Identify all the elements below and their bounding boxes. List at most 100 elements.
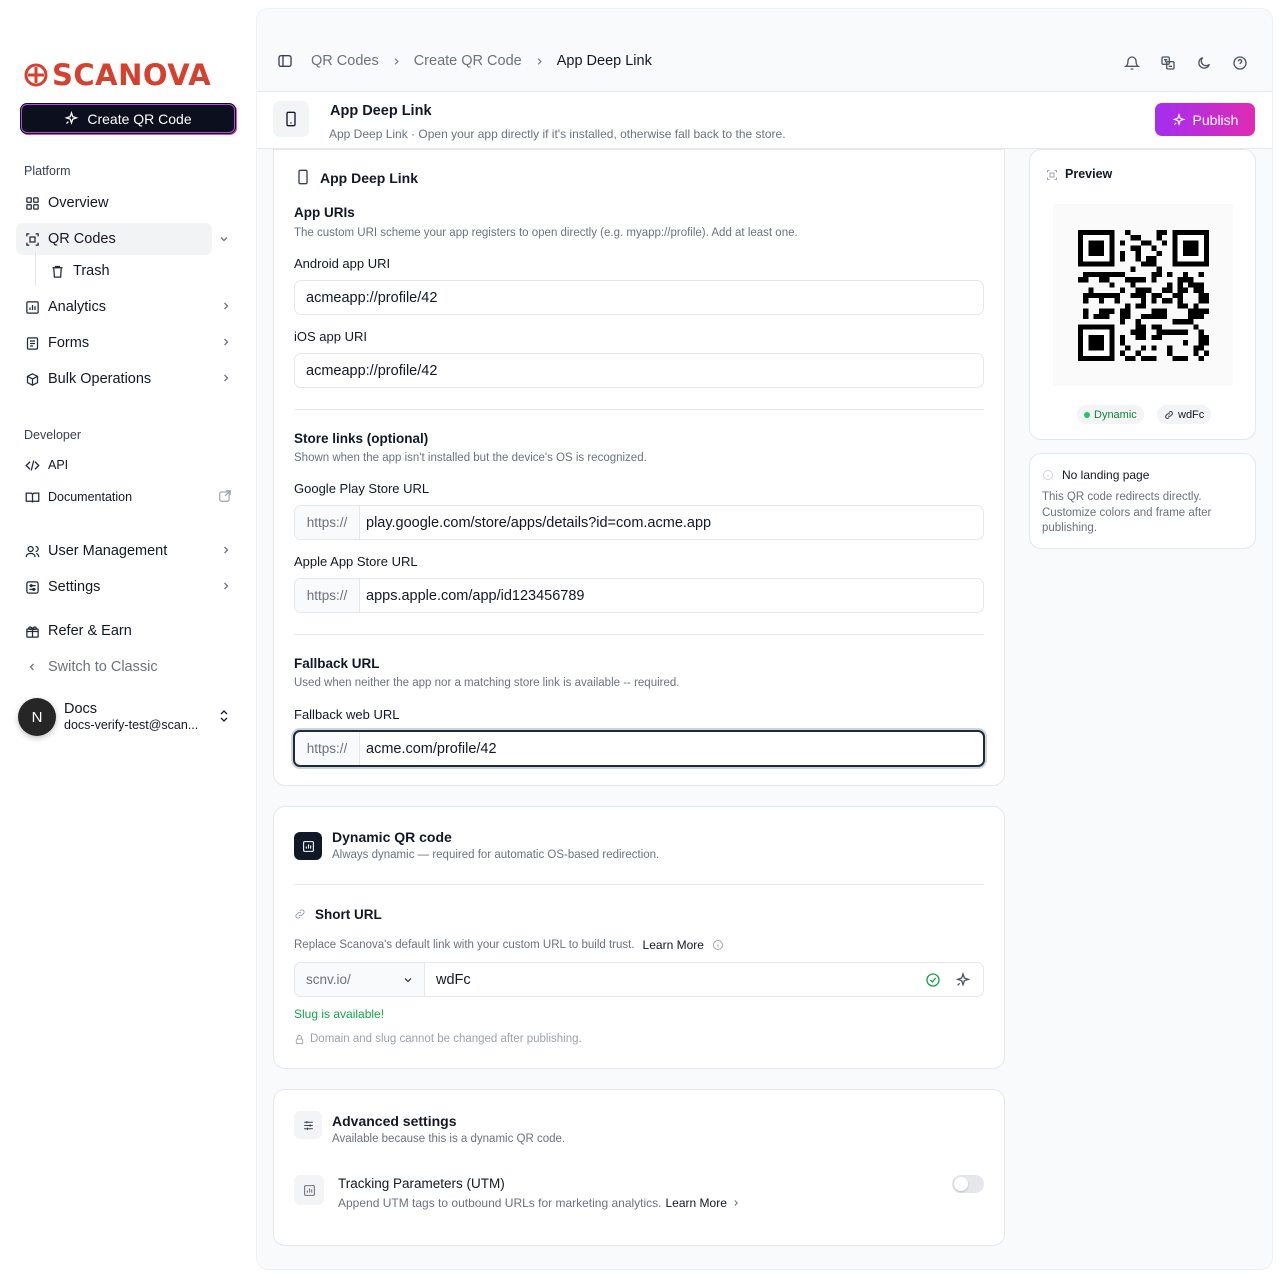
check-circle-icon [925,972,941,988]
info-icon[interactable] [712,939,724,951]
info-icon [1042,469,1054,481]
dynamic-badge-label: Dynamic [1094,408,1137,421]
sidebar-item-bulk-operations[interactable]: Bulk Operations [16,363,240,395]
sidebar-item-label: User Management [48,543,168,559]
android-uri-input[interactable]: acmeapp://profile/42 [294,280,984,315]
url-prefix: https:// [295,732,360,765]
users-icon [24,543,40,559]
chevron-right-icon [220,544,232,556]
sidebar-item-qr-codes[interactable]: QR Codes [16,223,212,255]
fallback-label: Fallback web URL [294,707,400,722]
short-url-desc: Replace Scanova's default link with your… [294,939,635,951]
app-uris-title: App URIs [294,205,355,220]
sidebar-item-label: Overview [48,195,109,211]
chevron-right-icon [391,56,402,67]
slug-input[interactable]: wdFc [424,962,984,997]
sidebar-item-label: Trash [73,263,110,279]
sidebar-item-switch-classic[interactable]: Switch to Classic [16,651,240,683]
chevron-right-icon [731,1198,741,1208]
divider [294,884,984,885]
chevron-left-icon [24,659,40,675]
short-url-title: Short URL [315,907,382,922]
ios-uri-label: iOS app URI [294,329,367,344]
breadcrumb-qr-codes[interactable]: QR Codes [311,53,379,69]
sidebar-item-settings[interactable]: Settings [16,571,240,603]
sidebar-item-forms[interactable]: Forms [16,327,240,359]
google-play-input[interactable]: https:// play.google.com/store/apps/deta… [294,505,984,540]
sidebar-item-documentation[interactable]: Documentation [16,481,240,513]
sparkle-icon [64,111,79,125]
learn-more-link[interactable]: Learn More [643,938,704,952]
utm-desc-row: Append UTM tags to outbound URLs for mar… [338,1196,741,1210]
sidebar-item-overview[interactable]: Overview [16,187,240,219]
help-icon[interactable] [1232,55,1248,71]
language-icon[interactable] [1160,55,1176,71]
store-links-desc: Shown when the app isn't installed but t… [294,452,647,464]
sidebar-item-refer-earn[interactable]: Refer & Earn [16,615,240,647]
app-deep-link-card: App Deep Link App URIs The custom URI sc… [273,149,1005,786]
main-panel: QR Codes Create QR Code App Deep Link Ap… [256,8,1273,1270]
sidebar-item-trash[interactable]: Trash [41,255,231,287]
sidebar: SCANOVA Create QR Code Platform Overview… [0,0,256,1277]
scanova-logo[interactable]: SCANOVA [24,58,211,92]
sidebar-item-label: Forms [48,335,90,351]
chevron-down-icon[interactable] [218,233,230,245]
store-links-title: Store links (optional) [294,431,429,446]
brand-name: SCANOVA [52,58,212,92]
qr-scan-icon [24,231,40,247]
utm-learn-more-link[interactable]: Learn More [666,1196,727,1210]
sidebar-toggle-icon[interactable] [277,53,293,69]
fallback-title: Fallback URL [294,656,380,671]
sidebar-item-user-management[interactable]: User Management [16,535,240,567]
chevron-right-icon [220,336,232,348]
bar-chart-icon [24,299,40,315]
sidebar-item-analytics[interactable]: Analytics [16,291,240,323]
lock-note-row: Domain and slug cannot be changed after … [294,1033,582,1045]
code-icon [24,457,40,473]
dynamic-qr-card: Dynamic QR code Always dynamic — require… [273,806,1005,1069]
google-play-value: play.google.com/store/apps/details?id=co… [366,514,712,531]
advanced-title: Advanced settings [332,1113,457,1129]
breadcrumb-create-qr-code[interactable]: Create QR Code [414,53,522,69]
landing-note-card: No landing page This QR code redirects d… [1029,453,1256,549]
chevron-right-icon [220,580,232,592]
fallback-url-input[interactable]: https:// acme.com/profile/42 [293,730,985,767]
url-prefix: https:// [295,579,360,612]
bell-icon[interactable] [1124,55,1140,71]
advanced-desc: Available because this is a dynamic QR c… [332,1133,566,1145]
dynamic-title: Dynamic QR code [332,829,452,845]
chevron-right-icon [220,300,232,312]
fallback-url-value: acme.com/profile/42 [366,740,497,757]
toggle-knob [954,1177,968,1191]
url-prefix: https:// [295,506,360,539]
utm-toggle[interactable] [952,1175,984,1193]
short-url-desc-row: Replace Scanova's default link with your… [294,938,724,952]
boxes-icon [24,371,40,387]
status-dot [1084,411,1090,418]
apple-store-input[interactable]: https:// apps.apple.com/app/id123456789 [294,578,984,613]
ios-uri-input[interactable]: acmeapp://profile/42 [294,353,984,388]
google-play-label: Google Play Store URL [294,481,430,496]
sidebar-item-label: Bulk Operations [48,371,152,387]
user-menu[interactable]: N Docs docs-verify-test@scan... [18,697,240,737]
preview-title: Preview [1065,167,1113,181]
sidebar-item-api[interactable]: API [16,449,240,481]
sidebar-item-label: API [48,458,69,472]
platform-section-label: Platform [24,164,71,178]
qr-scan-icon [1046,169,1058,181]
breadcrumb-current: App Deep Link [556,53,652,69]
domain-select[interactable]: scnv.io/ [294,962,425,997]
apple-store-label: Apple App Store URL [294,554,418,569]
publish-button[interactable]: Publish [1155,103,1255,136]
create-qr-code-label: Create QR Code [87,110,192,127]
sliders-icon [294,1111,322,1139]
moon-icon[interactable] [1196,55,1212,71]
slug-status: Slug is available! [294,1007,385,1021]
domain-value: scnv.io/ [306,972,351,987]
chevron-right-icon [534,56,545,67]
grid-icon [24,195,40,211]
chevron-up-down-icon [218,709,230,723]
user-email: docs-verify-test@scan... [64,718,199,732]
create-qr-code-button[interactable]: Create QR Code [20,103,236,134]
sparkle-icon[interactable] [955,972,971,988]
